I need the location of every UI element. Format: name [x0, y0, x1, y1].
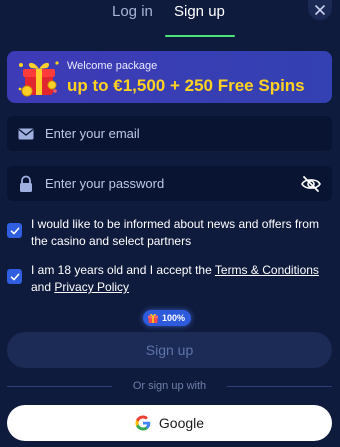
tab-signup[interactable]: Sign up	[174, 2, 225, 22]
age-terms-text: I am 18 years old and I accept the	[31, 263, 215, 277]
terms-link[interactable]: Terms & Conditions	[215, 263, 319, 277]
divider-line-right	[227, 386, 332, 387]
password-placeholder: Enter your password	[45, 176, 165, 191]
check-icon	[10, 273, 19, 280]
eye-slash-icon	[301, 176, 321, 192]
email-field[interactable]: Enter your email	[7, 116, 332, 151]
close-icon	[315, 5, 325, 15]
bonus-badge: 100%	[143, 310, 192, 326]
google-icon	[135, 415, 151, 431]
check-icon	[10, 227, 19, 234]
gift-icon	[148, 313, 158, 323]
google-signup-button[interactable]: Google	[7, 405, 332, 441]
password-field[interactable]: Enter your password	[7, 166, 332, 201]
promo-subtitle: Welcome package	[67, 60, 158, 72]
signup-panel: Log in Sign up Welcome package up to €1,…	[0, 0, 340, 447]
gift-box-icon	[18, 61, 59, 97]
news-consent-checkbox[interactable]	[7, 223, 22, 238]
auth-tabs: Log in Sign up	[0, 0, 340, 40]
news-consent-label: I would like to be informed about news a…	[31, 217, 319, 248]
social-divider: Or sign up with	[7, 379, 332, 393]
age-terms-label: I am 18 years old and I accept the Terms…	[31, 262, 331, 296]
active-tab-indicator	[165, 35, 235, 37]
bonus-badge-label: 100%	[162, 313, 186, 323]
welcome-package-banner: Welcome package up to €1,500 + 250 Free …	[7, 51, 332, 103]
promo-headline: up to €1,500 + 250 Free Spins	[67, 76, 305, 95]
age-terms-and: and	[31, 280, 55, 294]
lock-icon	[20, 175, 32, 192]
tab-login[interactable]: Log in	[112, 2, 153, 22]
age-terms-checkbox[interactable]	[7, 269, 22, 284]
privacy-policy-link[interactable]: Privacy Policy	[54, 280, 129, 294]
email-placeholder: Enter your email	[45, 126, 140, 141]
envelope-icon	[18, 128, 34, 140]
toggle-password-visibility[interactable]	[300, 173, 322, 195]
google-button-label: Google	[158, 415, 205, 431]
sign-up-button[interactable]: Sign up	[7, 332, 332, 368]
